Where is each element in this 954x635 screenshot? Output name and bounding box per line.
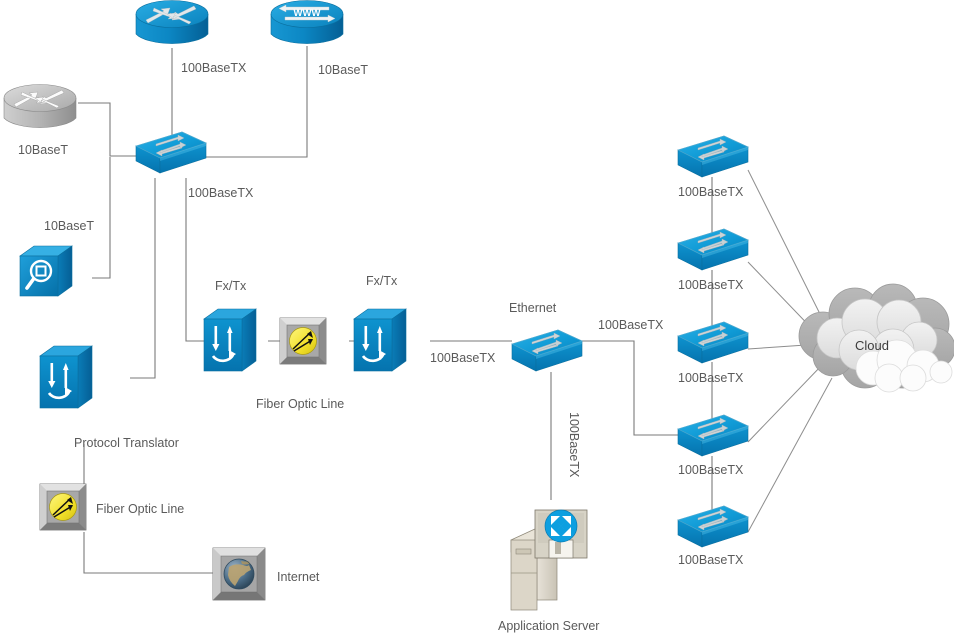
link-fiberlow-internet [83,532,213,574]
link-r3-cloud [747,344,807,350]
network-diagram-canvas: WWW 100BaseTX 10BaseT 10BaseT 100BaseTX … [0,0,954,635]
label-right-4: 100BaseTX [678,463,744,477]
router-gray-icon[interactable] [3,84,77,128]
switch-icon-r4[interactable] [677,414,749,457]
server-icon[interactable] [510,509,588,611]
label-fiber-mid: Fiber Optic Line [256,397,344,411]
label-ethernet-in: 100BaseTX [430,351,496,365]
globe-icon[interactable] [212,547,266,601]
label-fiber-low: Fiber Optic Line [96,502,184,516]
label-router-main: 100BaseTX [181,61,247,75]
label-right-3: 100BaseTX [678,371,744,385]
label-internet: Internet [277,570,320,584]
label-analyzer: 10BaseT [44,219,94,233]
label-app-server: Application Server [498,619,599,633]
protocol-translator-icon-fx2[interactable] [352,307,408,373]
switch-icon-r5[interactable] [677,505,749,548]
label-switch-left: 100BaseTX [188,186,254,200]
switch-icon-r3[interactable] [677,321,749,364]
switch-icon-left[interactable] [135,131,207,174]
link-switch-protocoltranslator [130,178,156,379]
switch-icon-r1[interactable] [677,135,749,178]
switch-icon-r2[interactable] [677,228,749,271]
label-protocol-translator: Protocol Translator [74,436,179,450]
protocol-translator-icon-fx1[interactable] [202,307,258,373]
label-right-2: 100BaseTX [678,278,744,292]
link-r1-cloud [747,169,829,331]
magnifier-cube-icon[interactable] [18,244,74,298]
www-router-icon[interactable] [270,0,344,45]
router-icon[interactable] [135,0,209,44]
link-ethernet-rightswitch4 [582,340,678,436]
label-right-5: 100BaseTX [678,553,744,567]
fiber-optic-icon-low[interactable] [39,483,87,531]
connection-lines [78,46,833,574]
label-right-1: 100BaseTX [678,185,744,199]
link-grayrouter-switch [78,102,136,157]
switch-icon-ethernet[interactable] [511,329,583,372]
link-r4-cloud [747,364,823,443]
label-router-gray: 10BaseT [18,143,68,157]
link-analyzer-switch [92,157,111,279]
fiber-optic-icon-mid[interactable] [279,317,327,365]
label-fx-left: Fx/Tx [215,279,247,293]
link-r5-cloud [747,377,833,533]
label-ethernet: Ethernet [509,301,557,315]
label-ethernet-down: 100BaseTX [567,412,581,478]
label-router-www: 10BaseT [318,63,368,77]
label-fx-right: Fx/Tx [366,274,398,288]
label-ethernet-out: 100BaseTX [598,318,664,332]
protocol-translator-icon-left[interactable] [38,344,94,410]
label-cloud: Cloud [855,338,889,353]
network-diagram-svg: WWW 100BaseTX 10BaseT 10BaseT 100BaseTX … [3,0,954,633]
